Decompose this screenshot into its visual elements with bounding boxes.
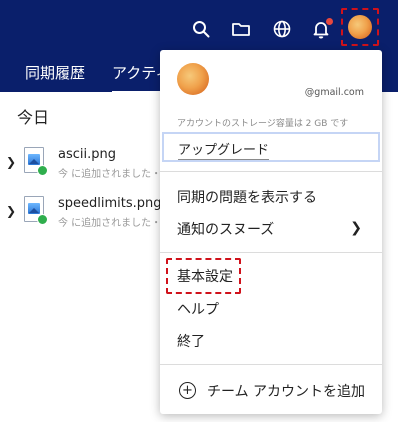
chevron-right-icon[interactable]: ❯ (6, 155, 16, 169)
globe-icon[interactable] (267, 14, 297, 44)
plus-circle-icon: + (179, 382, 196, 399)
image-file-icon (24, 196, 48, 225)
image-file-icon (24, 147, 48, 176)
toolbar-icons (0, 14, 398, 44)
synced-check-icon (37, 214, 48, 225)
notification-dot (326, 18, 333, 25)
menu-item-sync-issues[interactable]: 同期の問題を表示する (177, 187, 317, 207)
chevron-right-icon[interactable]: ❯ (6, 204, 16, 218)
file-name: ascii.png (58, 147, 116, 162)
divider (160, 252, 382, 253)
account-dropdown-menu: @gmail.com アカウントのストレージ容量は 2 GB です アップグレー… (160, 50, 382, 414)
menu-avatar (177, 63, 209, 95)
file-name: speedlimits.png (58, 196, 162, 211)
tab-sync-history[interactable]: 同期履歴 (25, 62, 85, 94)
menu-item-quit[interactable]: 終了 (177, 331, 205, 351)
menu-item-help[interactable]: ヘルプ (177, 299, 219, 319)
divider (160, 171, 382, 172)
storage-info: アカウントのストレージ容量は 2 GB です (177, 119, 349, 129)
synced-check-icon (37, 165, 48, 176)
bell-icon[interactable] (306, 14, 336, 44)
file-status: 今 に追加されました・ (58, 169, 162, 180)
account-email: @gmail.com (304, 87, 364, 98)
upgrade-label: アップグレード (178, 139, 270, 160)
chevron-right-icon: ❯ (350, 220, 362, 236)
folder-icon[interactable] (226, 14, 256, 44)
account-avatar-button[interactable] (341, 8, 379, 46)
divider (160, 364, 382, 365)
file-status: 今 に追加されました・ (58, 218, 162, 229)
menu-item-add-team-account[interactable]: チーム アカウントを追加 (207, 381, 365, 401)
menu-item-settings[interactable]: 基本設定 (177, 266, 233, 286)
upgrade-button[interactable]: アップグレード (162, 132, 380, 162)
avatar (348, 15, 372, 39)
section-title-today: 今日 (17, 108, 50, 127)
search-icon[interactable] (186, 14, 216, 44)
menu-item-snooze[interactable]: 通知のスヌーズ (177, 219, 274, 239)
